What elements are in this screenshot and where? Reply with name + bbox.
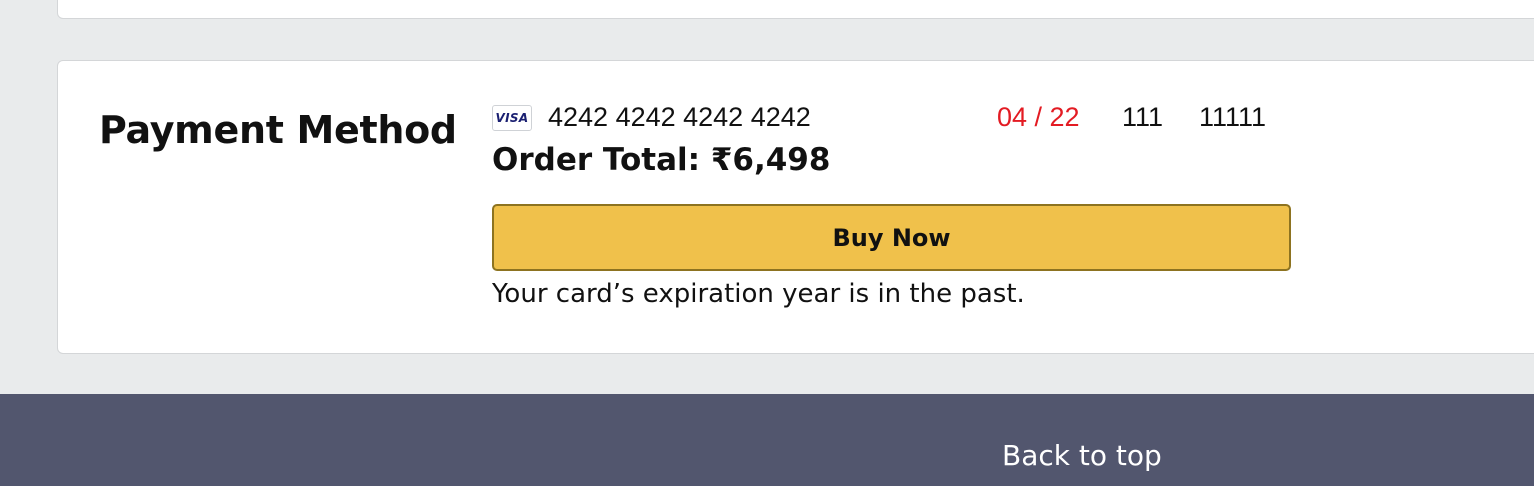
- buy-now-button[interactable]: Buy Now: [492, 204, 1291, 271]
- order-total: Order Total: ₹6,498: [492, 142, 831, 178]
- card-number-field[interactable]: 4242 4242 4242 4242: [548, 101, 811, 133]
- card-error-message: Your card’s expiration year is in the pa…: [492, 279, 1025, 309]
- back-to-top-link[interactable]: Back to top: [1002, 438, 1162, 474]
- card-zip-field[interactable]: 11111: [1199, 101, 1266, 133]
- page-footer: Back to top: [0, 394, 1534, 486]
- visa-icon: VISA: [492, 105, 532, 131]
- previous-section-card: [57, 0, 1534, 19]
- payment-method-card: Payment Method VISA 4242 4242 4242 4242 …: [57, 60, 1534, 354]
- card-expiry-field[interactable]: 04 / 22: [997, 101, 1080, 133]
- payment-method-title: Payment Method: [99, 108, 457, 152]
- card-cvc-field[interactable]: 111: [1122, 101, 1163, 133]
- card-details-row[interactable]: VISA 4242 4242 4242 4242 04 / 22 111 111…: [492, 101, 1292, 133]
